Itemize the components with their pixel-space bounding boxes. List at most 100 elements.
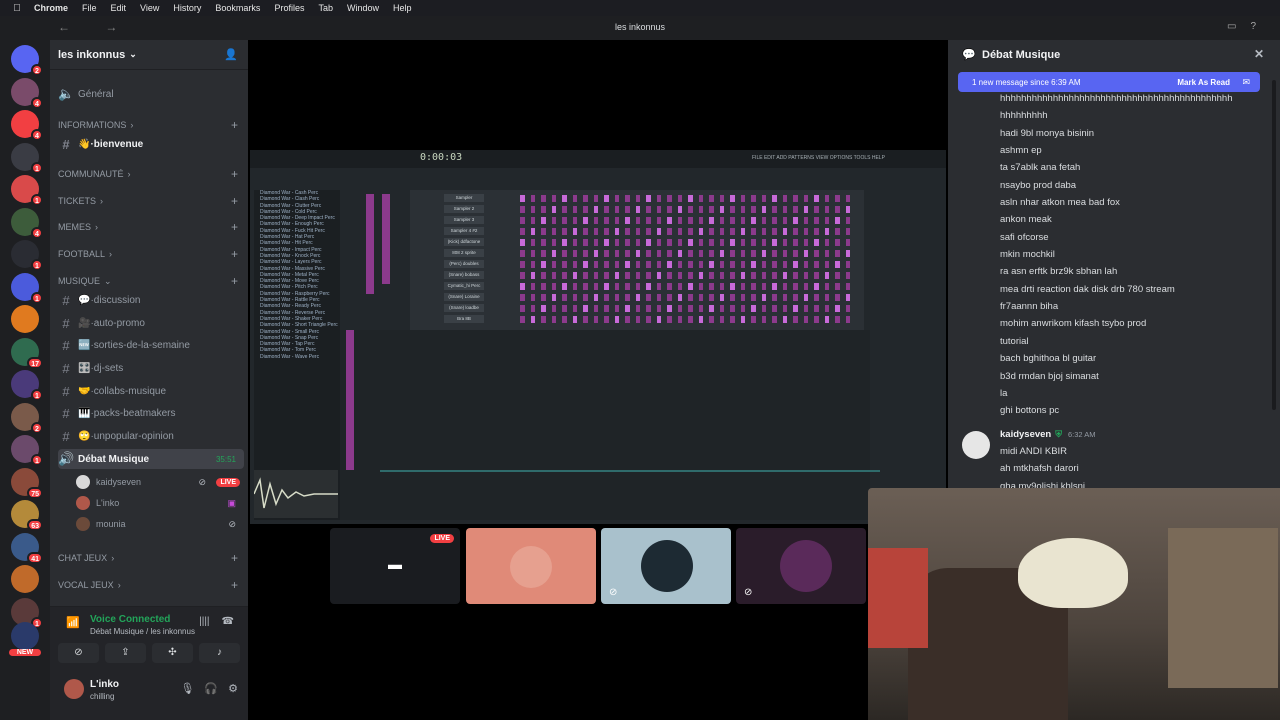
step-button[interactable] <box>824 206 829 213</box>
step-button[interactable] <box>572 283 577 290</box>
step-button[interactable] <box>677 206 682 213</box>
step-button[interactable] <box>604 272 609 279</box>
step-button[interactable] <box>656 239 661 246</box>
step-button[interactable] <box>719 272 724 279</box>
step-button[interactable] <box>604 294 609 301</box>
chat-message[interactable]: hhhhhhhhh <box>1000 107 1270 124</box>
step-button[interactable] <box>646 316 651 323</box>
step-button[interactable] <box>593 195 598 202</box>
menu-view[interactable]: View <box>140 3 159 13</box>
step-button[interactable] <box>667 294 672 301</box>
step-button[interactable] <box>530 283 535 290</box>
rack-channel-name[interactable]: Bra 8B <box>444 315 484 323</box>
category-chat-jeux[interactable]: CHAT JEUX › + <box>58 550 244 566</box>
step-button[interactable] <box>583 239 588 246</box>
step-button[interactable] <box>824 250 829 257</box>
step-button[interactable] <box>793 316 798 323</box>
step-button[interactable] <box>562 294 567 301</box>
step-button[interactable] <box>667 283 672 290</box>
step-button[interactable] <box>719 239 724 246</box>
step-button[interactable] <box>541 283 546 290</box>
step-button[interactable] <box>845 239 850 246</box>
step-button[interactable] <box>583 294 588 301</box>
step-button[interactable] <box>782 294 787 301</box>
step-button[interactable] <box>635 294 640 301</box>
step-button[interactable] <box>782 261 787 268</box>
invite-icon[interactable]: 👤 <box>224 48 238 61</box>
add-channel-icon[interactable]: + <box>231 578 238 592</box>
step-button[interactable] <box>730 217 735 224</box>
step-button[interactable] <box>614 261 619 268</box>
step-button[interactable] <box>656 272 661 279</box>
step-button[interactable] <box>772 206 777 213</box>
menu-help[interactable]: Help <box>393 3 412 13</box>
step-button[interactable] <box>793 272 798 279</box>
step-button[interactable] <box>803 239 808 246</box>
step-button[interactable] <box>740 217 745 224</box>
step-button[interactable] <box>635 228 640 235</box>
step-button[interactable] <box>730 228 735 235</box>
menu-profiles[interactable]: Profiles <box>274 3 304 13</box>
step-button[interactable] <box>667 316 672 323</box>
step-button[interactable] <box>772 195 777 202</box>
step-button[interactable] <box>761 316 766 323</box>
new-messages-bar[interactable]: 1 new message since 6:39 AM Mark As Read… <box>958 72 1260 92</box>
step-button[interactable] <box>793 239 798 246</box>
rack-row[interactable]: Sampler <box>410 194 864 205</box>
step-button[interactable] <box>614 305 619 312</box>
step-button[interactable] <box>793 206 798 213</box>
step-button[interactable] <box>698 316 703 323</box>
add-channel-icon[interactable]: + <box>231 167 238 181</box>
server-icon[interactable]: 1 <box>11 435 43 466</box>
noise-suppression-icon[interactable]: |||| <box>199 616 209 627</box>
step-button[interactable] <box>677 239 682 246</box>
step-button[interactable] <box>698 305 703 312</box>
add-channel-icon[interactable]: + <box>231 220 238 234</box>
step-button[interactable] <box>730 250 735 257</box>
step-button[interactable] <box>530 217 535 224</box>
step-button[interactable] <box>814 316 819 323</box>
step-button[interactable] <box>688 250 693 257</box>
step-button[interactable] <box>803 195 808 202</box>
add-channel-icon[interactable]: + <box>231 551 238 565</box>
add-channel-icon[interactable]: + <box>231 118 238 132</box>
step-button[interactable] <box>520 217 525 224</box>
step-button[interactable] <box>583 316 588 323</box>
step-button[interactable] <box>572 239 577 246</box>
screen-share-button[interactable]: ⇪ <box>105 643 146 663</box>
step-button[interactable] <box>793 217 798 224</box>
step-button[interactable] <box>604 239 609 246</box>
step-button[interactable] <box>677 217 682 224</box>
step-button[interactable] <box>593 250 598 257</box>
step-button[interactable] <box>688 239 693 246</box>
rack-row[interactable]: (Snare) loadbe <box>410 304 864 315</box>
step-button[interactable] <box>541 316 546 323</box>
step-button[interactable] <box>740 316 745 323</box>
server-icon[interactable]: 63 <box>11 500 43 531</box>
step-button[interactable] <box>677 228 682 235</box>
rack-channel-name[interactable]: Cymatic_hi Perc <box>444 282 484 290</box>
category-tickets[interactable]: TICKETS › + <box>58 193 244 209</box>
step-button[interactable] <box>709 316 714 323</box>
step-button[interactable] <box>751 250 756 257</box>
step-button[interactable] <box>845 261 850 268</box>
server-icon[interactable]: 1 <box>11 370 43 401</box>
step-button[interactable] <box>551 250 556 257</box>
step-button[interactable] <box>562 195 567 202</box>
rack-row[interactable]: Sampler 3 <box>410 216 864 227</box>
step-button[interactable] <box>761 272 766 279</box>
step-button[interactable] <box>803 283 808 290</box>
step-button[interactable] <box>761 261 766 268</box>
step-button[interactable] <box>730 239 735 246</box>
rack-row[interactable]: 808 2 sprite <box>410 249 864 260</box>
step-button[interactable] <box>719 250 724 257</box>
step-button[interactable] <box>772 305 777 312</box>
step-button[interactable] <box>646 195 651 202</box>
inbox-icon[interactable]: ▭ <box>1227 21 1236 32</box>
step-button[interactable] <box>719 261 724 268</box>
step-button[interactable] <box>604 283 609 290</box>
step-button[interactable] <box>520 250 525 257</box>
chat-message[interactable]: mea drti reaction dak disk drb 780 strea… <box>1000 281 1270 298</box>
step-button[interactable] <box>814 239 819 246</box>
step-button[interactable] <box>814 228 819 235</box>
